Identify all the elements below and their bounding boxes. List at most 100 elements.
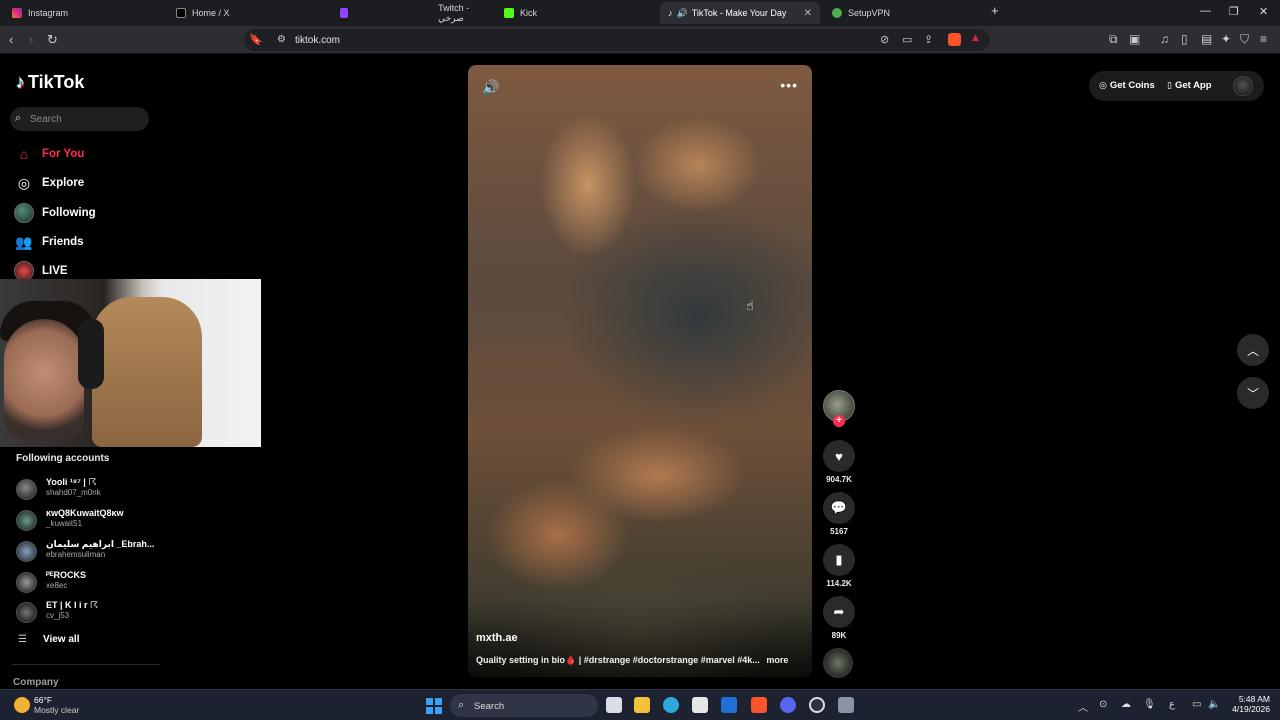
video-author[interactable]: mxth.ae [476,632,518,644]
tab-x[interactable]: Home / X [168,2,328,24]
avatar [16,541,37,562]
forward-icon[interactable]: › [29,32,33,47]
obs-icon[interactable] [809,697,825,713]
clock-time: 5:48 AM [1238,694,1270,704]
taskbar-search-label: Search [474,701,505,712]
more-options-icon[interactable]: ••• [780,77,798,93]
tab-tiktok[interactable]: ♪ 🔊 TikTok - Make Your Day ✕ [660,2,820,24]
tiktok-logo[interactable]: ♪ TikTok [16,72,84,93]
list-icon: ☰ [18,634,27,645]
sidebar-icon[interactable]: ▯ [1181,32,1188,46]
nav-following[interactable]: Following [14,203,96,223]
phone-icon: ▯ [1167,80,1172,90]
follow-plus-icon[interactable]: + [833,415,845,427]
save-button[interactable]: ▮ 114.2K [823,544,855,588]
tab-kick[interactable]: Kick [496,2,656,24]
taskbar-clock[interactable]: 5:48 AM 4/19/2026 [1226,694,1270,714]
previous-video-button[interactable]: ︿ [1237,334,1269,366]
nav-for-you[interactable]: ⌂ For You [14,144,85,164]
tab-twitch[interactable]: Twitch - صرخي [332,2,494,24]
network-icon[interactable]: ▭ [1192,699,1201,710]
brave-icon[interactable] [751,697,767,713]
close-tab-icon[interactable]: ✕ [804,8,812,19]
avatar [16,572,37,593]
mail-icon[interactable] [721,697,737,713]
windows-start-icon[interactable] [426,698,442,714]
address-bar[interactable]: 🔖 ⚙ tiktok.com ⊘ ▭ ⇪ ▲ [244,29,990,51]
nav-label: Explore [42,177,85,189]
tray-overflow-icon[interactable]: ︿ [1078,699,1088,714]
close-window-icon[interactable]: ✕ [1259,5,1268,18]
nav-label: Following [42,207,96,219]
tab-setupvpn[interactable]: SetupVPN [824,2,984,24]
hand-cursor-icon: ☝ [746,298,754,313]
speaker-icon[interactable]: 🔈 [1208,699,1220,710]
tab-label: Home / X [192,8,230,18]
webcam-headset [78,319,104,389]
tab-label: Kick [520,8,538,18]
media-icon[interactable]: ♫ [1160,32,1169,46]
music-disc[interactable] [823,648,853,678]
store-icon[interactable] [692,697,708,713]
microphone-icon[interactable]: 🎙 [1143,699,1156,710]
webcam-chair [92,297,202,447]
language-indicator[interactable]: ع [1169,699,1175,710]
account-handle: _kuwait51 [46,519,83,528]
back-icon[interactable]: ‹ [9,32,13,47]
comment-button[interactable]: 💬 5167 [823,492,855,536]
vpn-icon[interactable]: ⛉ [1240,32,1249,47]
account-handle: cv_j53 [46,611,70,620]
onedrive-icon[interactable]: ☁ [1121,699,1131,710]
like-count: 904.7K [826,475,852,484]
brave-shields-icon[interactable] [948,33,961,46]
caption-more-button[interactable]: more [766,655,788,665]
brave-rewards-icon[interactable]: ▲ [970,32,981,44]
new-tab-button[interactable]: + [991,3,999,18]
site-info-icon[interactable]: ⚙ [277,34,286,45]
discord-icon[interactable] [780,697,796,713]
bookmark-icon: ▮ [823,544,855,576]
share-button[interactable]: ➦ 89K [823,596,855,640]
get-coins-label: Get Coins [1109,80,1155,91]
video-player[interactable]: 🔊 ••• [468,65,812,677]
following-avatar [14,203,34,223]
search-placeholder: Search [30,114,62,125]
cast-icon[interactable]: ▭ [902,33,912,46]
screenshot-icon[interactable]: ▣ [1129,32,1140,46]
tab-instagram[interactable]: Instagram [4,2,164,24]
bookmark-icon[interactable]: 🔖 [249,33,263,46]
nav-live[interactable]: LIVE [14,261,68,281]
company-link[interactable]: Company [13,677,59,688]
like-button[interactable]: ♥ 904.7K [823,440,855,484]
reload-icon[interactable]: ↻ [47,32,58,48]
video-caption: Quality setting in bio🩸 | #drstrange #do… [476,655,788,666]
weather-widget[interactable]: 66°F Mostly clear [14,695,79,715]
tray-app-icon[interactable]: ⊙ [1099,699,1107,710]
video-off-icon[interactable]: ⊘ [880,33,889,46]
volume-icon[interactable]: 🔊 [482,79,499,96]
view-all-button[interactable]: ☰ View all [18,634,79,645]
file-explorer-icon[interactable] [634,697,650,713]
wallet-icon[interactable]: ▤ [1201,32,1212,46]
taskbar-search[interactable]: ⌕ Search [450,694,598,717]
start-tile [426,707,433,714]
minimize-icon[interactable]: — [1200,5,1211,17]
twitch-icon [340,8,349,18]
instagram-icon [12,8,22,18]
nav-friends[interactable]: 👥 Friends [14,232,83,252]
get-coins-button[interactable]: ◎ Get Coins [1099,80,1155,91]
leo-ai-icon[interactable]: ✦ [1221,32,1231,46]
menu-icon[interactable]: ≡ [1260,32,1267,46]
task-view-icon[interactable] [606,697,622,713]
restore-icon[interactable]: ❐ [1229,5,1239,18]
search-input[interactable]: ⌕ Search [10,107,149,131]
get-app-button[interactable]: ▯ Get App [1167,80,1212,91]
edge-icon[interactable] [663,697,679,713]
nav-explore[interactable]: ◎ Explore [14,173,84,193]
share-icon[interactable]: ⇪ [924,33,933,46]
next-video-button[interactable]: ﹀ [1237,377,1269,409]
profile-avatar[interactable] [1233,76,1253,96]
extensions-icon[interactable]: ⧉ [1109,32,1118,47]
nav-label: LIVE [42,265,68,277]
settings-icon[interactable] [838,697,854,713]
